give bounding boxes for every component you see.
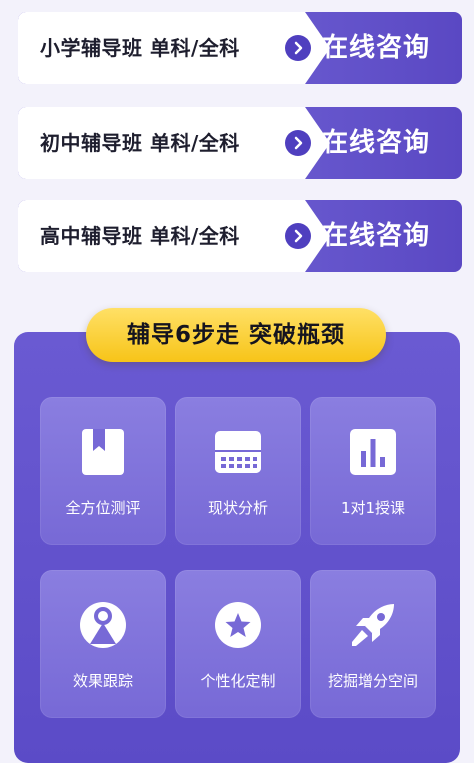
step-label: 现状分析 xyxy=(207,499,268,517)
step-label: 全方位测评 xyxy=(65,499,141,517)
banner-label: 初中辅导班 单科/全科 xyxy=(40,131,240,155)
step-label: 挖掘增分空间 xyxy=(327,672,418,690)
steps-title: 辅导6步走 突破瓶颈 xyxy=(86,308,386,362)
consult-button[interactable]: 在线咨询 xyxy=(322,107,430,179)
rocket-icon xyxy=(348,600,398,650)
consult-button[interactable]: 在线咨询 xyxy=(322,12,430,84)
step-tile-score-boost[interactable]: 挖掘增分空间 xyxy=(310,570,436,718)
step-tile-customization[interactable]: 个性化定制 xyxy=(175,570,301,718)
banner-label: 小学辅导班 单科/全科 xyxy=(40,36,240,60)
step-tile-assessment[interactable]: 全方位测评 xyxy=(40,397,166,545)
keyboard-icon xyxy=(213,427,263,477)
book-icon xyxy=(78,427,128,477)
step-tile-tracking[interactable]: 效果跟踪 xyxy=(40,570,166,718)
consult-button[interactable]: 在线咨询 xyxy=(322,200,430,272)
step-label: 1对1授课 xyxy=(340,499,406,517)
step-label: 个性化定制 xyxy=(200,672,276,690)
banner-label: 高中辅导班 单科/全科 xyxy=(40,224,240,248)
star-icon xyxy=(213,600,263,650)
banner-junior[interactable]: 初中辅导班 单科/全科 在线咨询 xyxy=(18,107,462,179)
banner-senior[interactable]: 高中辅导班 单科/全科 在线咨询 xyxy=(18,200,462,272)
step-label: 效果跟踪 xyxy=(72,672,133,690)
chevron-right-icon[interactable] xyxy=(285,130,311,156)
banner-primary[interactable]: 小学辅导班 单科/全科 在线咨询 xyxy=(18,12,462,84)
steps-panel: 全方位测评 现状分析 1对1授课 效果跟踪 个性化定制 挖掘增分空间 xyxy=(14,332,460,763)
step-tile-one-on-one[interactable]: 1对1授课 xyxy=(310,397,436,545)
tracking-icon xyxy=(78,600,128,650)
chevron-right-icon[interactable] xyxy=(285,35,311,61)
step-tile-analysis[interactable]: 现状分析 xyxy=(175,397,301,545)
chevron-right-icon[interactable] xyxy=(285,223,311,249)
bar-chart-icon xyxy=(348,427,398,477)
